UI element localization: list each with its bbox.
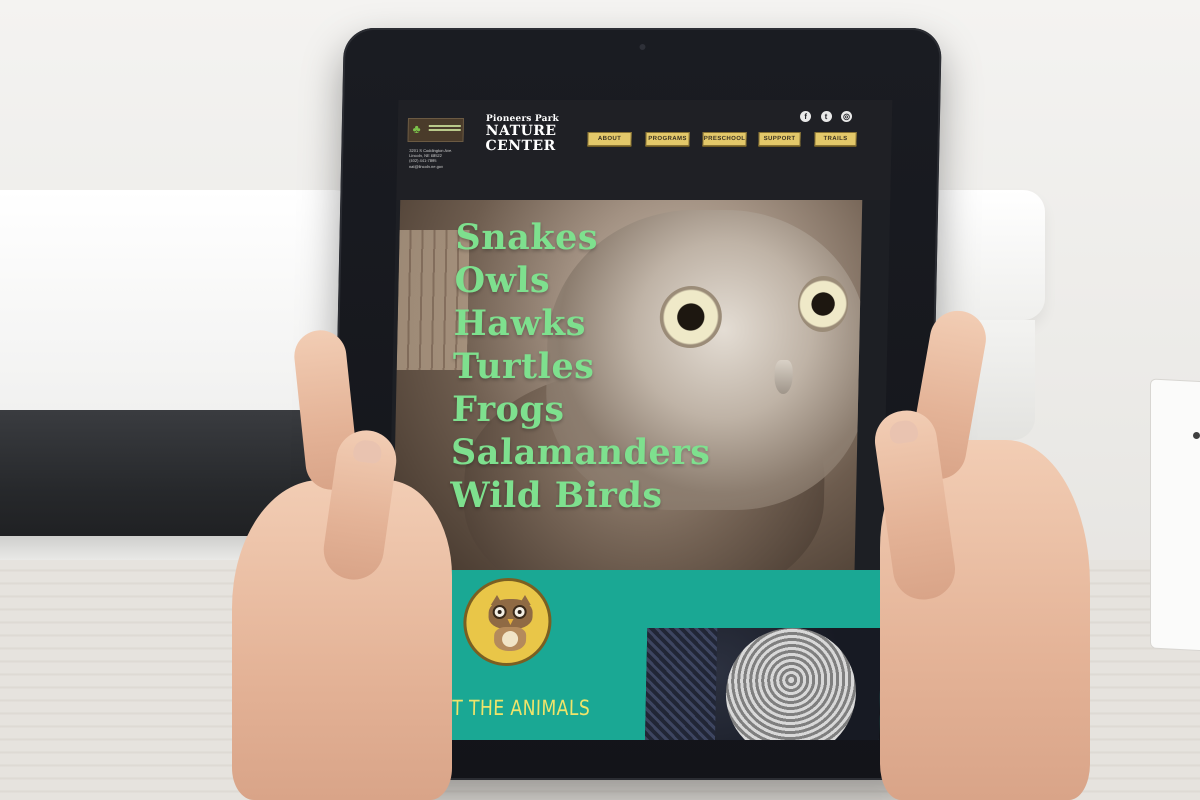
animal-item: Frogs <box>451 389 566 430</box>
tablet-camera <box>639 44 646 50</box>
turtle-photo-tile[interactable] <box>644 628 882 740</box>
paper-sheet <box>1150 378 1200 652</box>
nav-support[interactable]: SUPPORT <box>758 132 801 146</box>
animal-item: Snakes <box>455 217 599 258</box>
address-block: 3201 S Coddington Ave. Lincoln, NE 68522… <box>409 148 481 169</box>
animal-item: Owls <box>454 260 551 301</box>
animal-list: Snakes Owls Hawks Turtles Frogs Salamand… <box>450 216 716 517</box>
brand-line-2: NATURE <box>485 123 557 139</box>
animal-item: Turtles <box>452 346 595 387</box>
animal-item: Salamanders <box>450 432 711 473</box>
tablet-screen: ♣ 3201 S Coddington Ave. Lincoln, NE 685… <box>384 100 893 740</box>
site-header: ♣ 3201 S Coddington Ave. Lincoln, NE 685… <box>396 100 893 200</box>
logo-wordmark <box>428 125 461 135</box>
owl-mascot-badge[interactable] <box>462 578 553 666</box>
site-logo[interactable]: ♣ <box>407 118 464 142</box>
address-email[interactable]: nat@lincoln.ne.gov <box>409 164 481 169</box>
animal-item: Hawks <box>453 303 587 344</box>
nav-trails[interactable]: TRAILS <box>814 132 857 146</box>
social-links: f t ◎ <box>795 106 853 124</box>
instagram-icon[interactable]: ◎ <box>840 111 853 122</box>
nav-about[interactable]: ABOUT <box>587 132 632 146</box>
leaf-icon: ♣ <box>412 122 421 136</box>
hero-banner: Snakes Owls Hawks Turtles Frogs Salamand… <box>392 200 863 570</box>
twitter-icon[interactable]: t <box>820 111 832 122</box>
brand-line-3: CENTER <box>485 138 556 154</box>
site-brand[interactable]: Pioneers Park NATURE CENTER <box>485 114 559 154</box>
nav-programs[interactable]: PROGRAMS <box>645 132 690 146</box>
animal-item: Wild Birds <box>449 475 663 516</box>
pen-tip <box>1193 432 1200 439</box>
nav-preschool[interactable]: PRESCHOOL <box>702 132 747 146</box>
feature-band: VISIT THE ANIMALS <box>394 570 883 740</box>
owl-mascot-icon <box>488 595 533 653</box>
facebook-icon[interactable]: f <box>800 111 812 122</box>
